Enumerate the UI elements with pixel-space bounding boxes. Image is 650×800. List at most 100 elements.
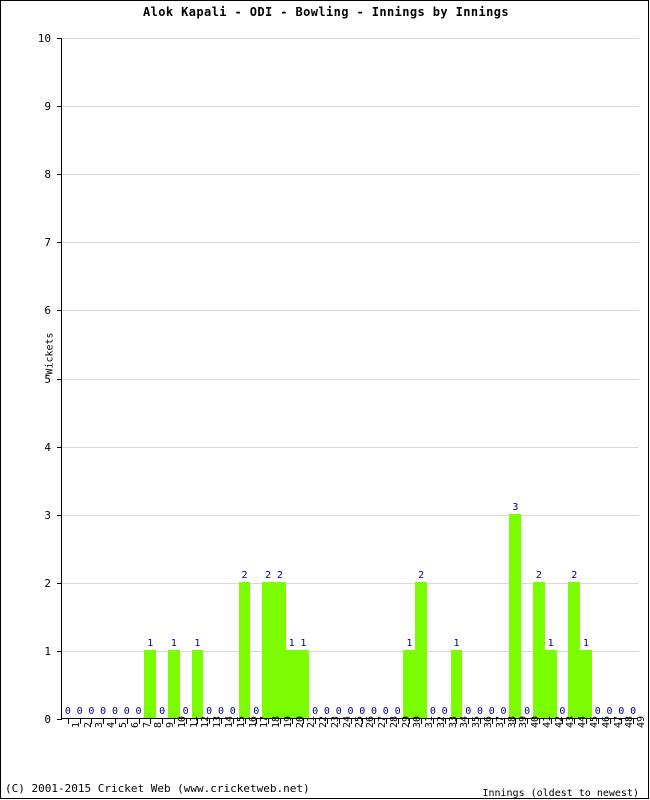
bar-value-label: 0 bbox=[88, 706, 95, 717]
x-tick-mark bbox=[103, 719, 105, 724]
x-tick-mark bbox=[79, 719, 81, 724]
x-tick-mark bbox=[338, 719, 340, 724]
chart-frame: Alok Kapali - ODI - Bowling - Innings by… bbox=[0, 0, 649, 799]
x-tick-mark bbox=[538, 719, 540, 724]
x-tick-mark bbox=[503, 719, 505, 724]
y-tick-mark bbox=[57, 106, 62, 108]
bar[interactable] bbox=[285, 649, 298, 718]
bar-value-label: 1 bbox=[582, 637, 589, 649]
x-tick-mark bbox=[574, 719, 576, 724]
bar-value-label: 2 bbox=[535, 569, 542, 581]
y-tick-label: 0 bbox=[44, 713, 51, 726]
x-tick-mark bbox=[397, 719, 399, 724]
y-tick-mark bbox=[57, 174, 62, 176]
bar[interactable] bbox=[544, 649, 557, 718]
gridline bbox=[62, 514, 639, 516]
bar-value-label: 1 bbox=[288, 637, 295, 649]
bar[interactable] bbox=[167, 649, 180, 718]
y-tick-label: 2 bbox=[44, 576, 51, 590]
bar[interactable] bbox=[273, 581, 286, 718]
x-tick-mark bbox=[468, 719, 470, 724]
y-tick-label: 4 bbox=[44, 440, 51, 454]
y-tick-label: 7 bbox=[44, 236, 51, 250]
bar[interactable] bbox=[262, 581, 274, 718]
y-tick-label: 10 bbox=[37, 32, 51, 45]
gridline bbox=[62, 446, 639, 448]
bar-value-label: 2 bbox=[571, 569, 578, 581]
bar[interactable] bbox=[568, 581, 581, 718]
bar-value-label: 2 bbox=[265, 569, 272, 581]
x-tick-mark bbox=[244, 719, 246, 724]
bar[interactable] bbox=[238, 581, 251, 718]
bar-value-label: 3 bbox=[512, 501, 519, 513]
y-tick-label: 1 bbox=[44, 644, 51, 658]
x-tick-mark bbox=[633, 719, 635, 724]
y-tick-label: 8 bbox=[44, 168, 51, 182]
bar-value-label: 1 bbox=[453, 637, 460, 649]
x-tick-mark bbox=[67, 719, 69, 724]
bar[interactable] bbox=[509, 513, 522, 718]
plot-area: 0 1 2 3 4 5 6 7 8 9 10 Wickets 0000000101010002022… bbox=[38, 33, 647, 799]
bar-value-label: 1 bbox=[547, 637, 554, 649]
page-title: Alok Kapali - ODI - Bowling - Innings by… bbox=[143, 5, 509, 19]
y-tick-mark bbox=[57, 582, 62, 584]
gridline bbox=[62, 174, 639, 176]
bar[interactable] bbox=[533, 581, 545, 718]
x-tick-mark bbox=[421, 719, 423, 724]
bar-value-label: 0 bbox=[100, 706, 107, 717]
gridline bbox=[62, 38, 639, 39]
x-tick-mark bbox=[185, 719, 187, 724]
x-tick-mark bbox=[114, 719, 116, 724]
bar-value-label: 0 bbox=[76, 706, 83, 717]
x-tick-mark bbox=[279, 719, 281, 724]
y-tick-label: 3 bbox=[44, 508, 51, 522]
bar[interactable] bbox=[144, 649, 157, 718]
bar-value-label: 1 bbox=[194, 637, 201, 649]
gridline bbox=[62, 106, 639, 108]
x-tick-mark bbox=[232, 719, 234, 724]
bar[interactable] bbox=[297, 649, 310, 718]
bar-value-label: 1 bbox=[147, 637, 154, 649]
x-tick-mark bbox=[385, 719, 387, 724]
x-tick-mark bbox=[138, 719, 140, 724]
x-tick-mark bbox=[268, 719, 270, 724]
x-tick-mark bbox=[527, 719, 529, 724]
x-tick-mark bbox=[621, 719, 623, 724]
y-tick-mark bbox=[57, 242, 62, 244]
bar-value-label: 0 bbox=[111, 706, 118, 717]
x-tick-mark bbox=[126, 719, 128, 724]
bar-value-label: 2 bbox=[241, 569, 248, 581]
x-tick-mark bbox=[197, 719, 199, 724]
y-tick-mark bbox=[57, 446, 62, 448]
x-tick-mark bbox=[350, 719, 352, 724]
bar-value-label: 0 bbox=[135, 706, 142, 717]
bar-value-label: 0 bbox=[64, 706, 71, 717]
bar[interactable] bbox=[415, 581, 428, 718]
bar-value-label: 2 bbox=[276, 569, 283, 581]
bar[interactable] bbox=[450, 649, 463, 718]
x-tick-mark bbox=[597, 719, 599, 724]
x-tick-mark bbox=[444, 719, 446, 724]
x-tick-mark bbox=[256, 719, 258, 724]
y-axis-label: Wickets bbox=[44, 332, 56, 375]
y-tick-mark bbox=[57, 719, 62, 720]
gridline bbox=[62, 582, 639, 584]
bar[interactable] bbox=[403, 649, 416, 718]
x-tick-mark bbox=[491, 719, 493, 724]
bar[interactable] bbox=[191, 649, 204, 718]
x-tick-mark bbox=[162, 719, 164, 724]
bar-value-label: 1 bbox=[300, 637, 307, 649]
x-tick-mark bbox=[515, 719, 517, 724]
bar-value-label: 0 bbox=[159, 706, 166, 717]
bar[interactable] bbox=[580, 649, 592, 718]
x-tick-mark bbox=[374, 719, 376, 724]
x-tick-mark bbox=[609, 719, 611, 724]
gridline bbox=[62, 378, 639, 380]
y-tick-mark bbox=[57, 38, 62, 39]
y-tick-label: 9 bbox=[44, 100, 51, 114]
x-tick-mark bbox=[409, 719, 411, 724]
x-tick-mark bbox=[326, 719, 328, 724]
y-tick-mark bbox=[57, 514, 62, 516]
bar-value-label: 1 bbox=[170, 637, 177, 649]
bar-value-label: 2 bbox=[418, 569, 425, 581]
